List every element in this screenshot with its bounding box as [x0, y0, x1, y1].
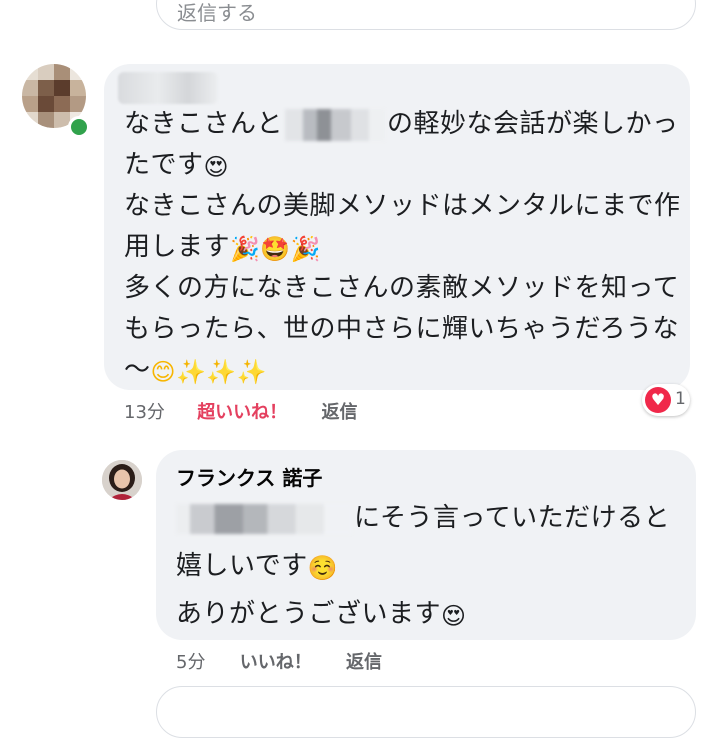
reply-input-placeholder: 返信する: [177, 1, 257, 25]
portrait-icon: [102, 460, 142, 500]
reply-line: ありがとうございます😍: [176, 599, 467, 630]
reply-input-top[interactable]: 返信する: [156, 0, 696, 30]
reply-input-bottom[interactable]: [156, 686, 696, 738]
comment-line: たです😍: [124, 150, 230, 181]
reply-line: 嬉しいです☺️: [176, 551, 339, 582]
reply-time[interactable]: 5分: [176, 652, 205, 673]
redacted-name-mosaic: [176, 503, 352, 534]
reply-meta: 5分 いいね！ 返信: [176, 648, 382, 674]
comment-line: もらったら、世の中さらに輝いちゃうだろうな: [124, 314, 679, 344]
reaction-count: 1: [675, 389, 686, 409]
comment-line: 用します🎉🤩🎉: [124, 232, 322, 263]
smile-sparkles-emoji: 😊✨✨✨: [150, 358, 268, 386]
comment-time[interactable]: 13分: [124, 402, 165, 423]
party-emoji-group: 🎉🤩🎉: [230, 235, 322, 263]
reply-author-avatar[interactable]: [102, 460, 142, 500]
comment-meta: 13分 超いいね！ 返信: [124, 398, 357, 424]
reply-line: にそう言っていただけると: [176, 494, 686, 542]
reaction-count-pill[interactable]: ♥ 1: [642, 384, 690, 416]
redacted-name-mosaic: [285, 108, 386, 141]
smiling-emoji: ☺️: [307, 554, 339, 582]
reply-body: にそう言っていただけると 嬉しいです☺️ ありがとうございます😍: [176, 494, 686, 638]
heart-eyes-emoji: 😍: [441, 602, 467, 630]
commenter-name-redacted[interactable]: [118, 72, 218, 104]
online-status-dot: [68, 116, 90, 138]
super-like-button[interactable]: 超いいね！: [197, 402, 287, 423]
comment-line: 〜😊✨✨✨: [124, 355, 268, 386]
comment-line: なきこさんと の軽妙な会話が楽しかっ: [124, 108, 679, 141]
comment-body: なきこさんと の軽妙な会話が楽しかっ たです😍 なきこさんの美脚メソッドはメンタル…: [124, 104, 684, 391]
comment-reply-button[interactable]: 返信: [321, 402, 357, 423]
comment-line: 多くの方になきこさんの素敵メソッドを知って: [124, 273, 680, 303]
reply-author-name[interactable]: フランクス 諾子: [176, 462, 322, 491]
like-button[interactable]: いいね！: [240, 652, 312, 673]
comment-line: なきこさんの美脚メソッドはメンタルにまで作: [124, 191, 681, 221]
reply-reply-button[interactable]: 返信: [346, 652, 382, 673]
heart-eyes-emoji: 😍: [203, 153, 230, 181]
heart-icon: ♥: [645, 387, 671, 413]
